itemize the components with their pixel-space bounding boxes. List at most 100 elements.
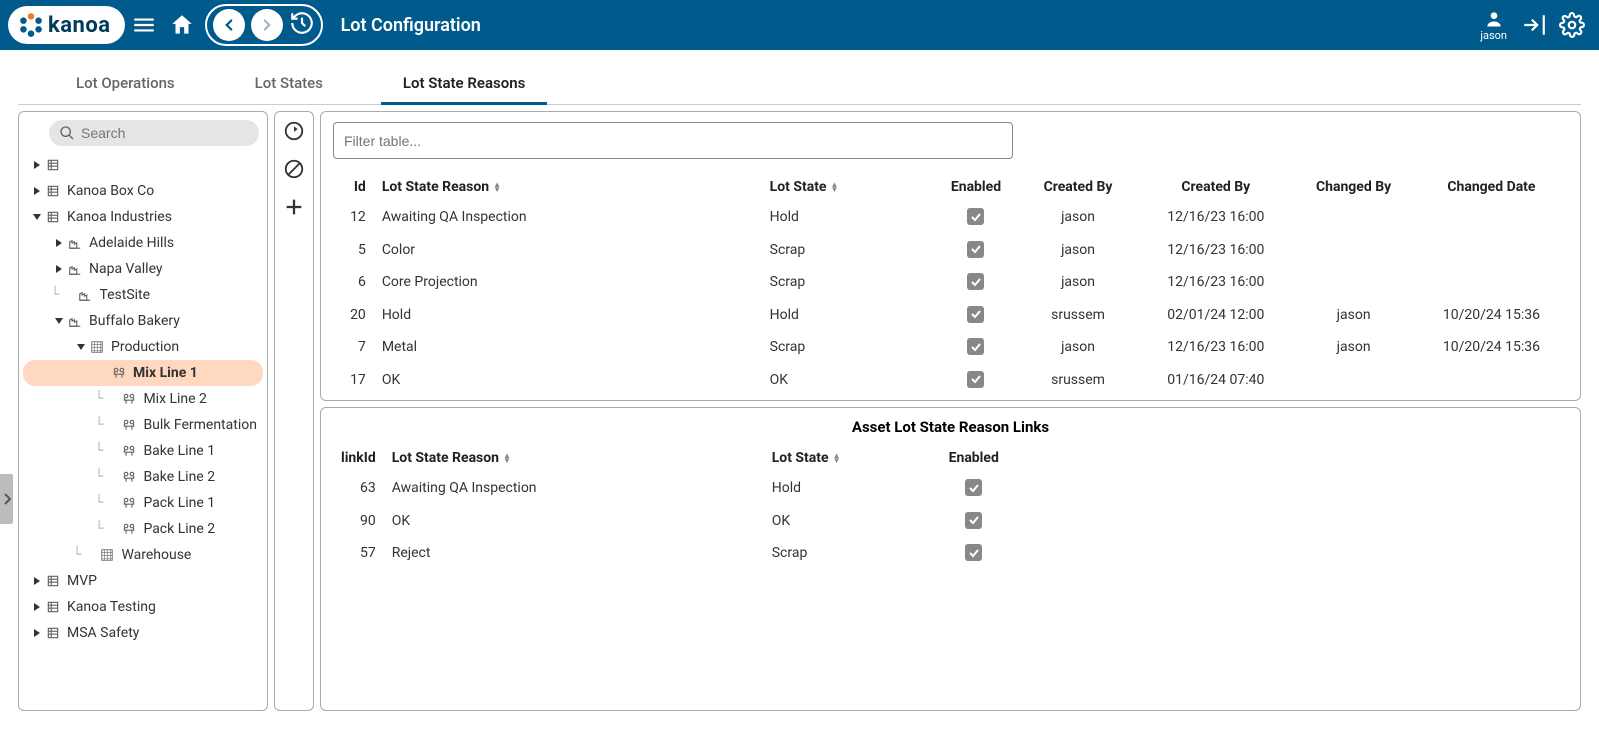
table-row[interactable]: 57RejectScrap (333, 537, 1568, 570)
col-state[interactable]: Lot State▲▼ (762, 173, 936, 201)
cell-changed-by: jason (1292, 299, 1414, 332)
tree-node[interactable]: └Warehouse (23, 542, 263, 568)
filter-table-input[interactable] (344, 133, 1002, 149)
checkbox-checked-icon (967, 371, 984, 388)
col-changed-by[interactable]: Changed By (1292, 173, 1414, 201)
tree-node[interactable]: MVP (23, 568, 263, 594)
logo[interactable]: kanoa (8, 6, 125, 44)
caret-right-icon[interactable] (51, 264, 67, 274)
tree-node[interactable]: └Bake Line 2 (23, 464, 263, 490)
table-row[interactable]: 90OKOK (333, 505, 1568, 538)
caret-right-icon[interactable] (29, 602, 45, 612)
cell-created-by: jason (1017, 331, 1139, 364)
reasons-panel: Id Lot State Reason▲▼ Lot State▲▼ Enable… (320, 111, 1581, 401)
caret-right-icon[interactable] (29, 628, 45, 638)
table-row[interactable]: 17OKOKsrussem01/16/24 07:40 (333, 364, 1568, 391)
tree-node[interactable]: MSA Safety (23, 620, 263, 646)
cell-reason: Reject (384, 537, 764, 570)
cell-icon (121, 392, 137, 406)
enterprise-icon (45, 600, 61, 614)
history-icon[interactable] (289, 10, 315, 40)
tree-node[interactable]: Buffalo Bakery (23, 308, 263, 334)
caret-right-icon[interactable] (29, 160, 45, 170)
caret-down-icon[interactable] (51, 316, 67, 326)
checkbox-checked-icon (967, 273, 984, 290)
tree-node[interactable]: Adelaide Hills (23, 230, 263, 256)
caret-down-icon[interactable] (73, 342, 89, 352)
cell-enabled (934, 472, 1014, 505)
col-linkid[interactable]: linkId (333, 444, 384, 472)
tree-node[interactable] (23, 152, 263, 178)
asset-tree: Kanoa Box CoKanoa IndustriesAdelaide Hil… (23, 152, 263, 646)
table-row[interactable]: 63Awaiting QA InspectionHold (333, 472, 1568, 505)
disable-icon[interactable] (283, 158, 305, 184)
tree-node-label: Mix Line 1 (133, 365, 198, 381)
tree-node[interactable]: Kanoa Box Co (23, 178, 263, 204)
cell-state: Scrap (764, 537, 934, 570)
logout-icon[interactable] (1521, 12, 1547, 38)
nav-forward-button[interactable] (251, 9, 283, 41)
col-reason[interactable]: Lot State Reason▲▼ (374, 173, 762, 201)
col-link-enabled[interactable]: Enabled (934, 444, 1014, 472)
col-created-by2[interactable]: Created By (1139, 173, 1292, 201)
tab-lot-states[interactable]: Lot States (215, 60, 363, 104)
cell-created-by: jason (1017, 201, 1139, 234)
cell-changed-by (1292, 364, 1414, 391)
cell-enabled (934, 505, 1014, 538)
topbar: kanoa Lot Configuration jason (0, 0, 1599, 50)
cell-id: 20 (333, 299, 374, 332)
home-icon[interactable] (169, 12, 195, 38)
filter-table[interactable] (333, 122, 1013, 159)
tree-node[interactable]: Kanoa Industries (23, 204, 263, 230)
tree-node[interactable]: └Bake Line 1 (23, 438, 263, 464)
cell-created-date: 02/01/24 12:00 (1139, 299, 1292, 332)
table-row[interactable]: 5ColorScrapjason12/16/23 16:00 (333, 234, 1568, 267)
user-menu[interactable]: jason (1480, 9, 1507, 42)
enterprise-icon (45, 626, 61, 640)
tree-node[interactable]: Production (23, 334, 263, 360)
cell-reason: Awaiting QA Inspection (374, 201, 762, 234)
col-link-reason[interactable]: Lot State Reason▲▼ (384, 444, 764, 472)
menu-icon[interactable] (131, 12, 157, 38)
cell-changed-date (1415, 234, 1568, 267)
tab-lot-state-reasons[interactable]: Lot State Reasons (363, 60, 565, 104)
enterprise-icon (45, 184, 61, 198)
tab-lot-operations[interactable]: Lot Operations (36, 60, 215, 104)
caret-down-icon[interactable] (29, 212, 45, 222)
tree-node[interactable]: └Pack Line 1 (23, 490, 263, 516)
tree-node[interactable]: └Mix Line 2 (23, 386, 263, 412)
col-created-by[interactable]: Created By (1017, 173, 1139, 201)
cell-created-by: jason (1017, 266, 1139, 299)
add-icon[interactable] (283, 196, 305, 222)
table-row[interactable]: 20HoldHoldsrussem02/01/24 12:00jason10/2… (333, 299, 1568, 332)
col-changed-date[interactable]: Changed Date (1415, 173, 1568, 201)
table-row[interactable]: 6Core ProjectionScrapjason12/16/23 16:00 (333, 266, 1568, 299)
cell-enabled (935, 299, 1017, 332)
tree-search-input[interactable] (81, 125, 249, 141)
refresh-icon[interactable] (283, 120, 305, 146)
tree-node[interactable]: └Bulk Fermentation (23, 412, 263, 438)
sort-icon: ▲▼ (503, 453, 511, 463)
col-enabled[interactable]: Enabled (935, 173, 1017, 201)
tree-node[interactable]: Napa Valley (23, 256, 263, 282)
tree-node-label: Warehouse (121, 547, 191, 563)
cell-changed-date: 10/20/24 15:36 (1415, 331, 1568, 364)
col-id[interactable]: Id (333, 173, 374, 201)
tree-search[interactable] (49, 120, 259, 146)
tree-node[interactable]: └Pack Line 2 (23, 516, 263, 542)
side-drawer-toggle[interactable] (0, 474, 13, 524)
tree-node[interactable]: Kanoa Testing (23, 594, 263, 620)
caret-right-icon[interactable] (29, 186, 45, 196)
settings-icon[interactable] (1559, 12, 1585, 38)
table-row[interactable]: 7MetalScrapjason12/16/23 16:00jason10/20… (333, 331, 1568, 364)
chevron-right-icon (3, 493, 11, 505)
caret-right-icon[interactable] (29, 576, 45, 586)
checkbox-checked-icon (967, 306, 984, 323)
col-link-state[interactable]: Lot State▲▼ (764, 444, 934, 472)
table-row[interactable]: 12Awaiting QA InspectionHoldjason12/16/2… (333, 201, 1568, 234)
tree-node[interactable]: └TestSite (23, 282, 263, 308)
cell-state: Hold (764, 472, 934, 505)
caret-right-icon[interactable] (51, 238, 67, 248)
tree-node[interactable]: Mix Line 1 (23, 360, 263, 386)
nav-back-button[interactable] (213, 9, 245, 41)
